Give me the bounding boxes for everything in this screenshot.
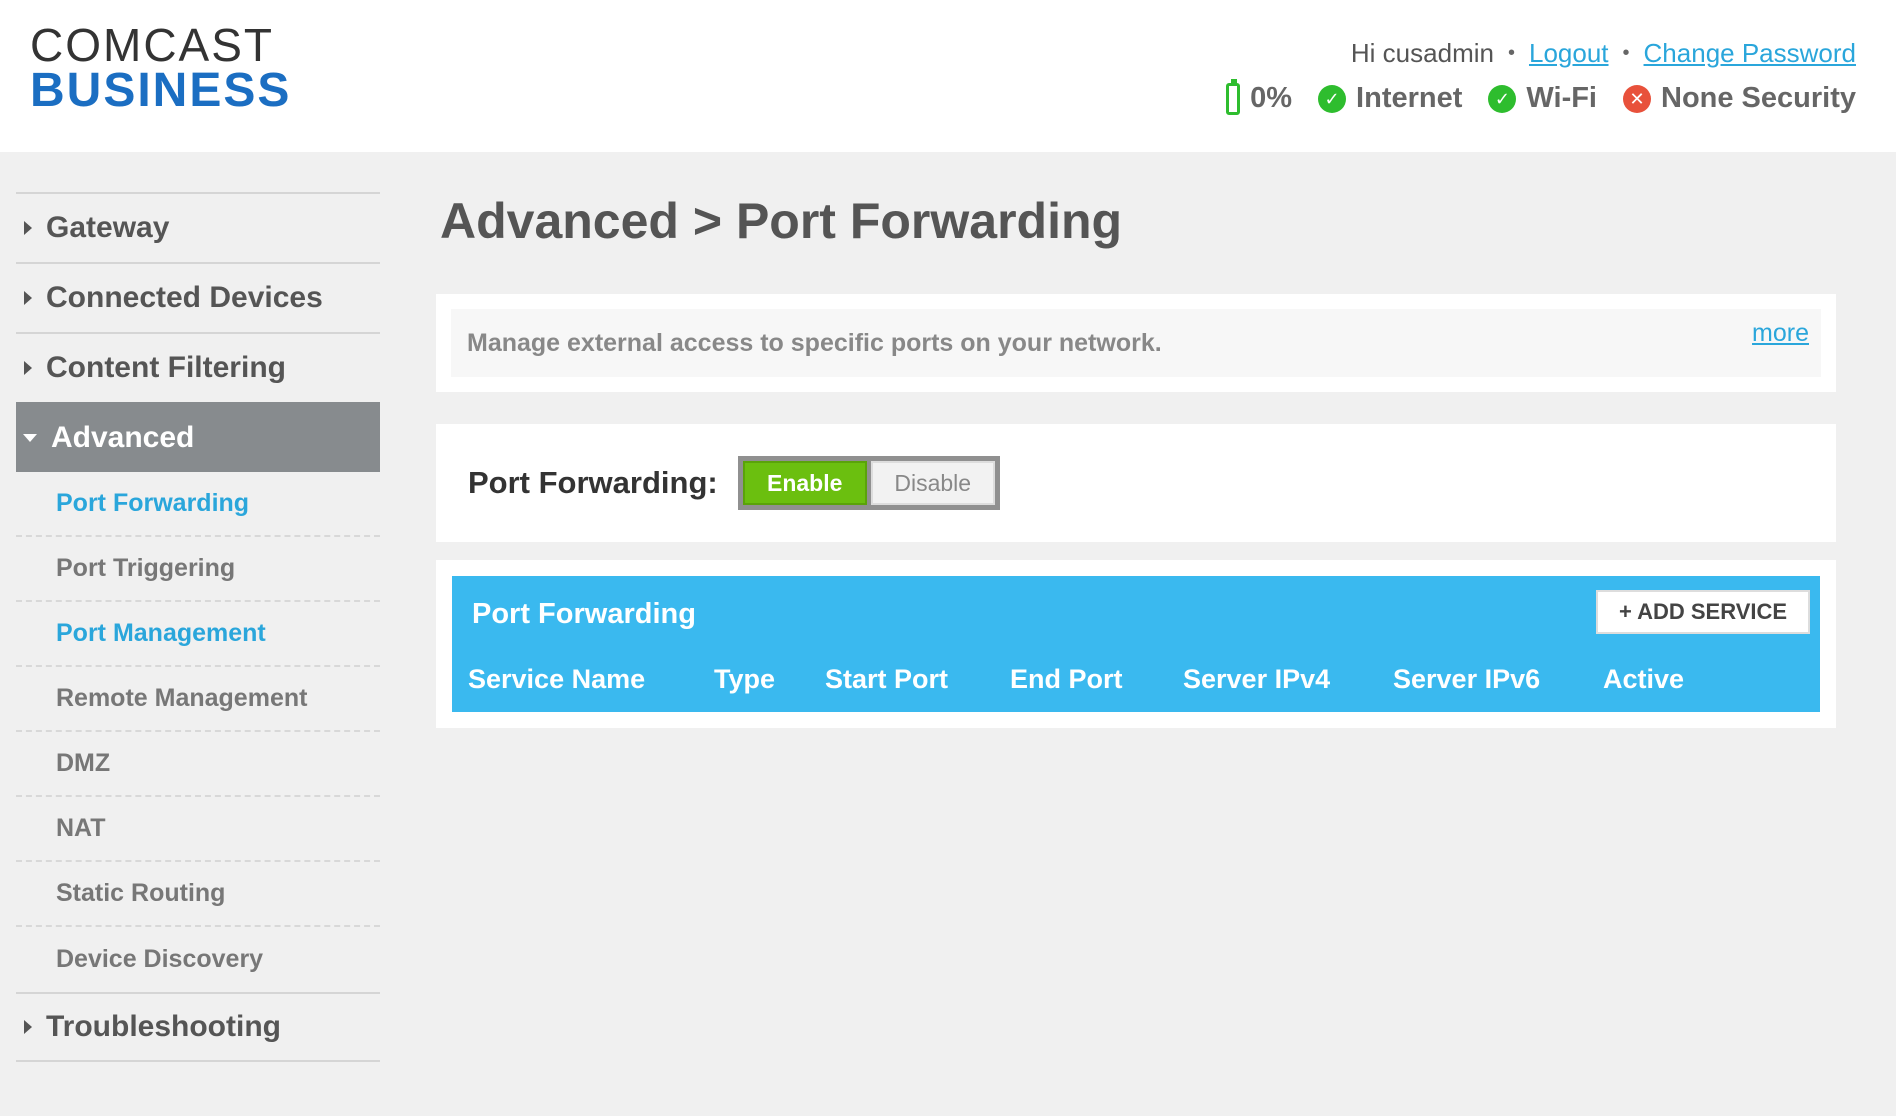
nav-item-label: Advanced: [51, 421, 195, 454]
status-bar: 0% ✓ Internet ✓ Wi-Fi ✕ None Security: [1210, 78, 1856, 115]
battery-icon: [1226, 78, 1241, 115]
caret-right-icon: [24, 291, 32, 305]
security-status: ✕ None Security: [1623, 82, 1856, 115]
page-title: Advanced > Port Forwarding: [440, 193, 1123, 249]
description-box: Manage external access to specific ports…: [451, 309, 1821, 377]
battery-value: 0%: [1250, 82, 1293, 114]
table-title: Port Forwarding: [472, 598, 696, 630]
user-line: Hi cusadmin • Logout • Change Password: [1351, 38, 1856, 69]
check-icon: ✓: [1488, 84, 1517, 113]
column-header-server-ipv4: Server IPv4: [1183, 664, 1331, 694]
check-icon: ✓: [1318, 84, 1347, 113]
sidebar-nav: Gateway Connected Devices Content Filter…: [16, 192, 380, 1062]
description-text: Manage external access to specific ports…: [467, 328, 1162, 357]
column-header-service-name: Service Name: [468, 664, 646, 694]
column-header-start-port: Start Port: [825, 664, 949, 694]
subnav-nat[interactable]: NAT: [16, 797, 380, 862]
subnav-dmz[interactable]: DMZ: [16, 732, 380, 797]
nav-item-label: Content Filtering: [46, 351, 286, 384]
enable-button[interactable]: Enable: [742, 461, 867, 505]
internet-label: Internet: [1356, 82, 1463, 114]
separator-dot: •: [1622, 42, 1630, 64]
subnav-device-discovery[interactable]: Device Discovery: [16, 927, 380, 992]
wifi-status: ✓ Wi-Fi: [1488, 82, 1597, 115]
separator-dot: •: [1507, 42, 1515, 64]
column-header-type: Type: [714, 664, 776, 694]
column-header-server-ipv6: Server IPv6: [1393, 664, 1541, 694]
advanced-submenu: Port Forwarding Port Triggering Port Man…: [16, 472, 380, 992]
column-headers: Service Name Type Start Port End Port Se…: [452, 664, 1820, 700]
internet-status: ✓ Internet: [1318, 82, 1462, 115]
table-header: Port Forwarding + ADD SERVICE Service Na…: [452, 576, 1820, 712]
security-label: None Security: [1661, 82, 1856, 114]
port-forwarding-table-panel: Port Forwarding + ADD SERVICE Service Na…: [436, 560, 1836, 728]
nav-item-label: Connected Devices: [46, 281, 323, 314]
caret-right-icon: [24, 361, 32, 375]
port-forwarding-toggle-panel: Port Forwarding: Enable Disable: [436, 424, 1836, 542]
nav-item-troubleshooting[interactable]: Troubleshooting: [16, 992, 380, 1062]
nav-item-content-filtering[interactable]: Content Filtering: [16, 332, 380, 402]
caret-right-icon: [24, 1020, 32, 1034]
logo-line1: COMCAST: [30, 19, 274, 71]
enable-disable-toggle: Enable Disable: [737, 456, 1000, 510]
subnav-port-forwarding[interactable]: Port Forwarding: [16, 472, 380, 537]
nav-item-gateway[interactable]: Gateway: [16, 192, 380, 262]
nav-item-label: Gateway: [46, 211, 170, 244]
subnav-remote-management[interactable]: Remote Management: [16, 667, 380, 732]
add-service-button[interactable]: + ADD SERVICE: [1596, 590, 1810, 634]
greeting-text: Hi cusadmin: [1350, 38, 1494, 68]
column-header-active: Active: [1603, 664, 1685, 694]
nav-item-label: Troubleshooting: [46, 1010, 281, 1043]
error-icon: ✕: [1623, 84, 1651, 113]
subnav-static-routing[interactable]: Static Routing: [16, 862, 380, 927]
nav-item-advanced[interactable]: Advanced: [16, 402, 380, 472]
logout-link[interactable]: Logout: [1529, 38, 1609, 69]
caret-right-icon: [24, 221, 32, 235]
toggle-label: Port Forwarding:: [468, 465, 718, 500]
more-link[interactable]: more: [1752, 319, 1809, 348]
caret-down-icon: [23, 434, 37, 442]
subnav-port-triggering[interactable]: Port Triggering: [16, 537, 380, 602]
column-header-end-port: End Port: [1010, 664, 1123, 694]
nav-item-connected-devices[interactable]: Connected Devices: [16, 262, 380, 332]
disable-button[interactable]: Disable: [870, 461, 995, 505]
logo-line2: BUSINESS: [30, 64, 292, 117]
battery-status: 0%: [1226, 78, 1293, 115]
description-panel: Manage external access to specific ports…: [436, 294, 1836, 392]
change-password-link[interactable]: Change Password: [1644, 38, 1856, 69]
wifi-label: Wi-Fi: [1526, 82, 1597, 114]
header-bar: COMCAST BUSINESS Hi cusadmin • Logout • …: [0, 0, 1896, 152]
comcast-business-logo: COMCAST BUSINESS: [30, 19, 292, 117]
subnav-port-management[interactable]: Port Management: [16, 602, 380, 667]
